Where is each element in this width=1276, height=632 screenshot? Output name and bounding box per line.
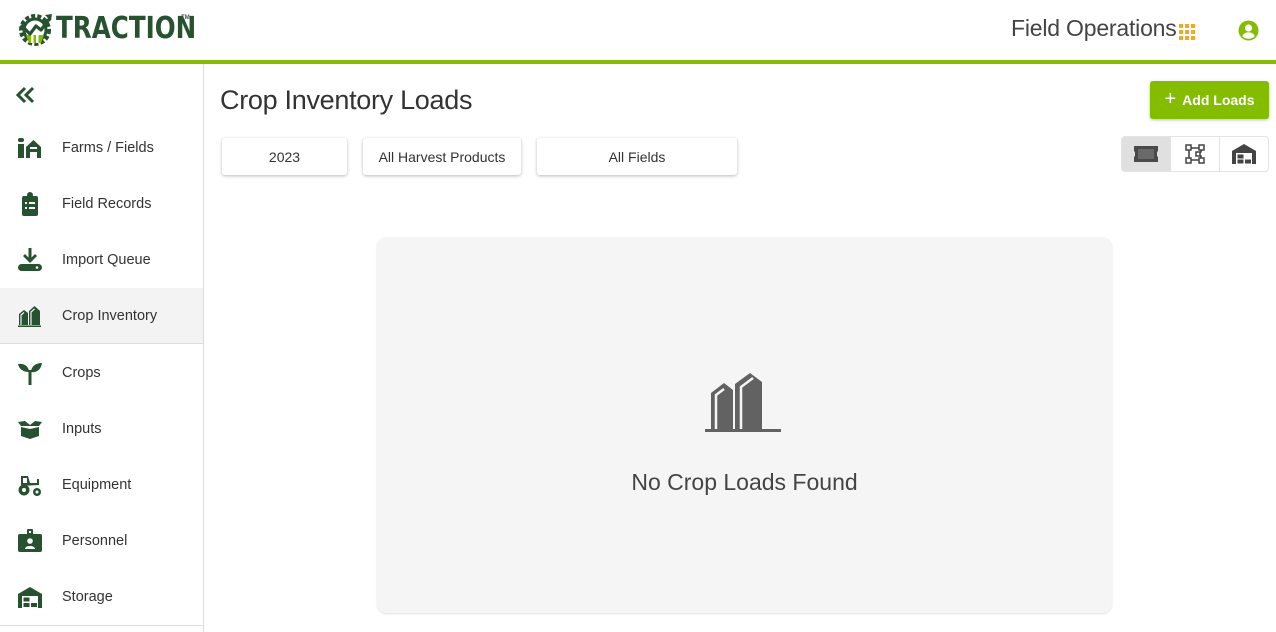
farm-silo-icon	[17, 135, 43, 161]
tractor-icon	[17, 472, 43, 498]
sidebar-item-label: Crops	[62, 365, 101, 381]
sidebar-item-crop-inventory[interactable]: Crop Inventory	[0, 288, 203, 344]
ticket-card-view-icon	[1134, 146, 1158, 162]
field-view-button[interactable]	[1171, 137, 1220, 171]
sidebar-item-crops[interactable]: Crops	[0, 345, 203, 401]
page-title: Crop Inventory Loads	[220, 85, 473, 115]
sidebar-item-farms-fields[interactable]: Farms / Fields	[0, 120, 203, 176]
sidebar-divider	[0, 625, 203, 626]
sidebar-item-label: Import Queue	[62, 252, 151, 268]
sidebar: Farms / Fields Field Records Import Queu…	[0, 64, 204, 632]
warehouse-icon	[17, 584, 43, 610]
sidebar-item-label: Equipment	[62, 477, 132, 493]
double-chevron-left-icon[interactable]	[15, 84, 37, 106]
id-badge-icon	[17, 528, 43, 554]
plus-icon: +	[1164, 88, 1177, 110]
sidebar-item-label: Personnel	[62, 533, 128, 549]
trademark: TM	[181, 15, 190, 21]
clipboard-list-icon	[17, 191, 43, 217]
sidebar-item-field-records[interactable]: Field Records	[0, 176, 203, 232]
brand-name: TRACTION	[56, 11, 197, 46]
account-circle-icon[interactable]	[1238, 20, 1259, 41]
grain-bins-icon	[17, 303, 43, 329]
sidebar-item-equipment[interactable]: Equipment	[0, 457, 203, 513]
gear-growth-icon	[19, 14, 52, 46]
add-loads-button[interactable]: + Add Loads	[1150, 81, 1269, 119]
warehouse-view-icon	[1232, 144, 1256, 164]
traction-logo[interactable]: TRACTION TM	[17, 11, 227, 47]
fields-filter-button[interactable]: All Fields	[537, 138, 737, 175]
empty-state-card: No Crop Loads Found	[377, 237, 1112, 613]
field-boundary-view-icon	[1185, 144, 1205, 164]
app-title: Field Operations	[1011, 15, 1177, 41]
sidebar-item-label: Crop Inventory	[62, 307, 158, 324]
year-filter-button[interactable]: 2023	[222, 138, 347, 175]
download-tray-icon	[17, 247, 43, 273]
open-box-icon	[17, 416, 43, 442]
sidebar-item-label: Field Records	[62, 196, 152, 212]
sidebar-item-personnel[interactable]: Personnel	[0, 513, 203, 569]
add-loads-label: Add Loads	[1182, 92, 1255, 108]
card-view-button[interactable]	[1122, 137, 1171, 171]
sidebar-item-label: Inputs	[62, 421, 102, 437]
sidebar-item-storage[interactable]: Storage	[0, 569, 203, 625]
empty-state-message: No Crop Loads Found	[631, 469, 858, 495]
sidebar-item-label: Farms / Fields	[62, 140, 154, 156]
sidebar-item-label: Storage	[62, 589, 113, 605]
grain-bins-icon	[705, 373, 781, 432]
sidebar-item-import-queue[interactable]: Import Queue	[0, 232, 203, 288]
harvest-products-filter-button[interactable]: All Harvest Products	[363, 138, 521, 175]
sidebar-item-inputs[interactable]: Inputs	[0, 401, 203, 457]
grid-apps-icon[interactable]	[1179, 24, 1195, 40]
storage-view-button[interactable]	[1220, 137, 1268, 171]
top-bar: TRACTION TM Field Operations	[0, 0, 1276, 60]
seedling-icon	[17, 360, 43, 386]
view-toggle-group	[1121, 136, 1269, 172]
